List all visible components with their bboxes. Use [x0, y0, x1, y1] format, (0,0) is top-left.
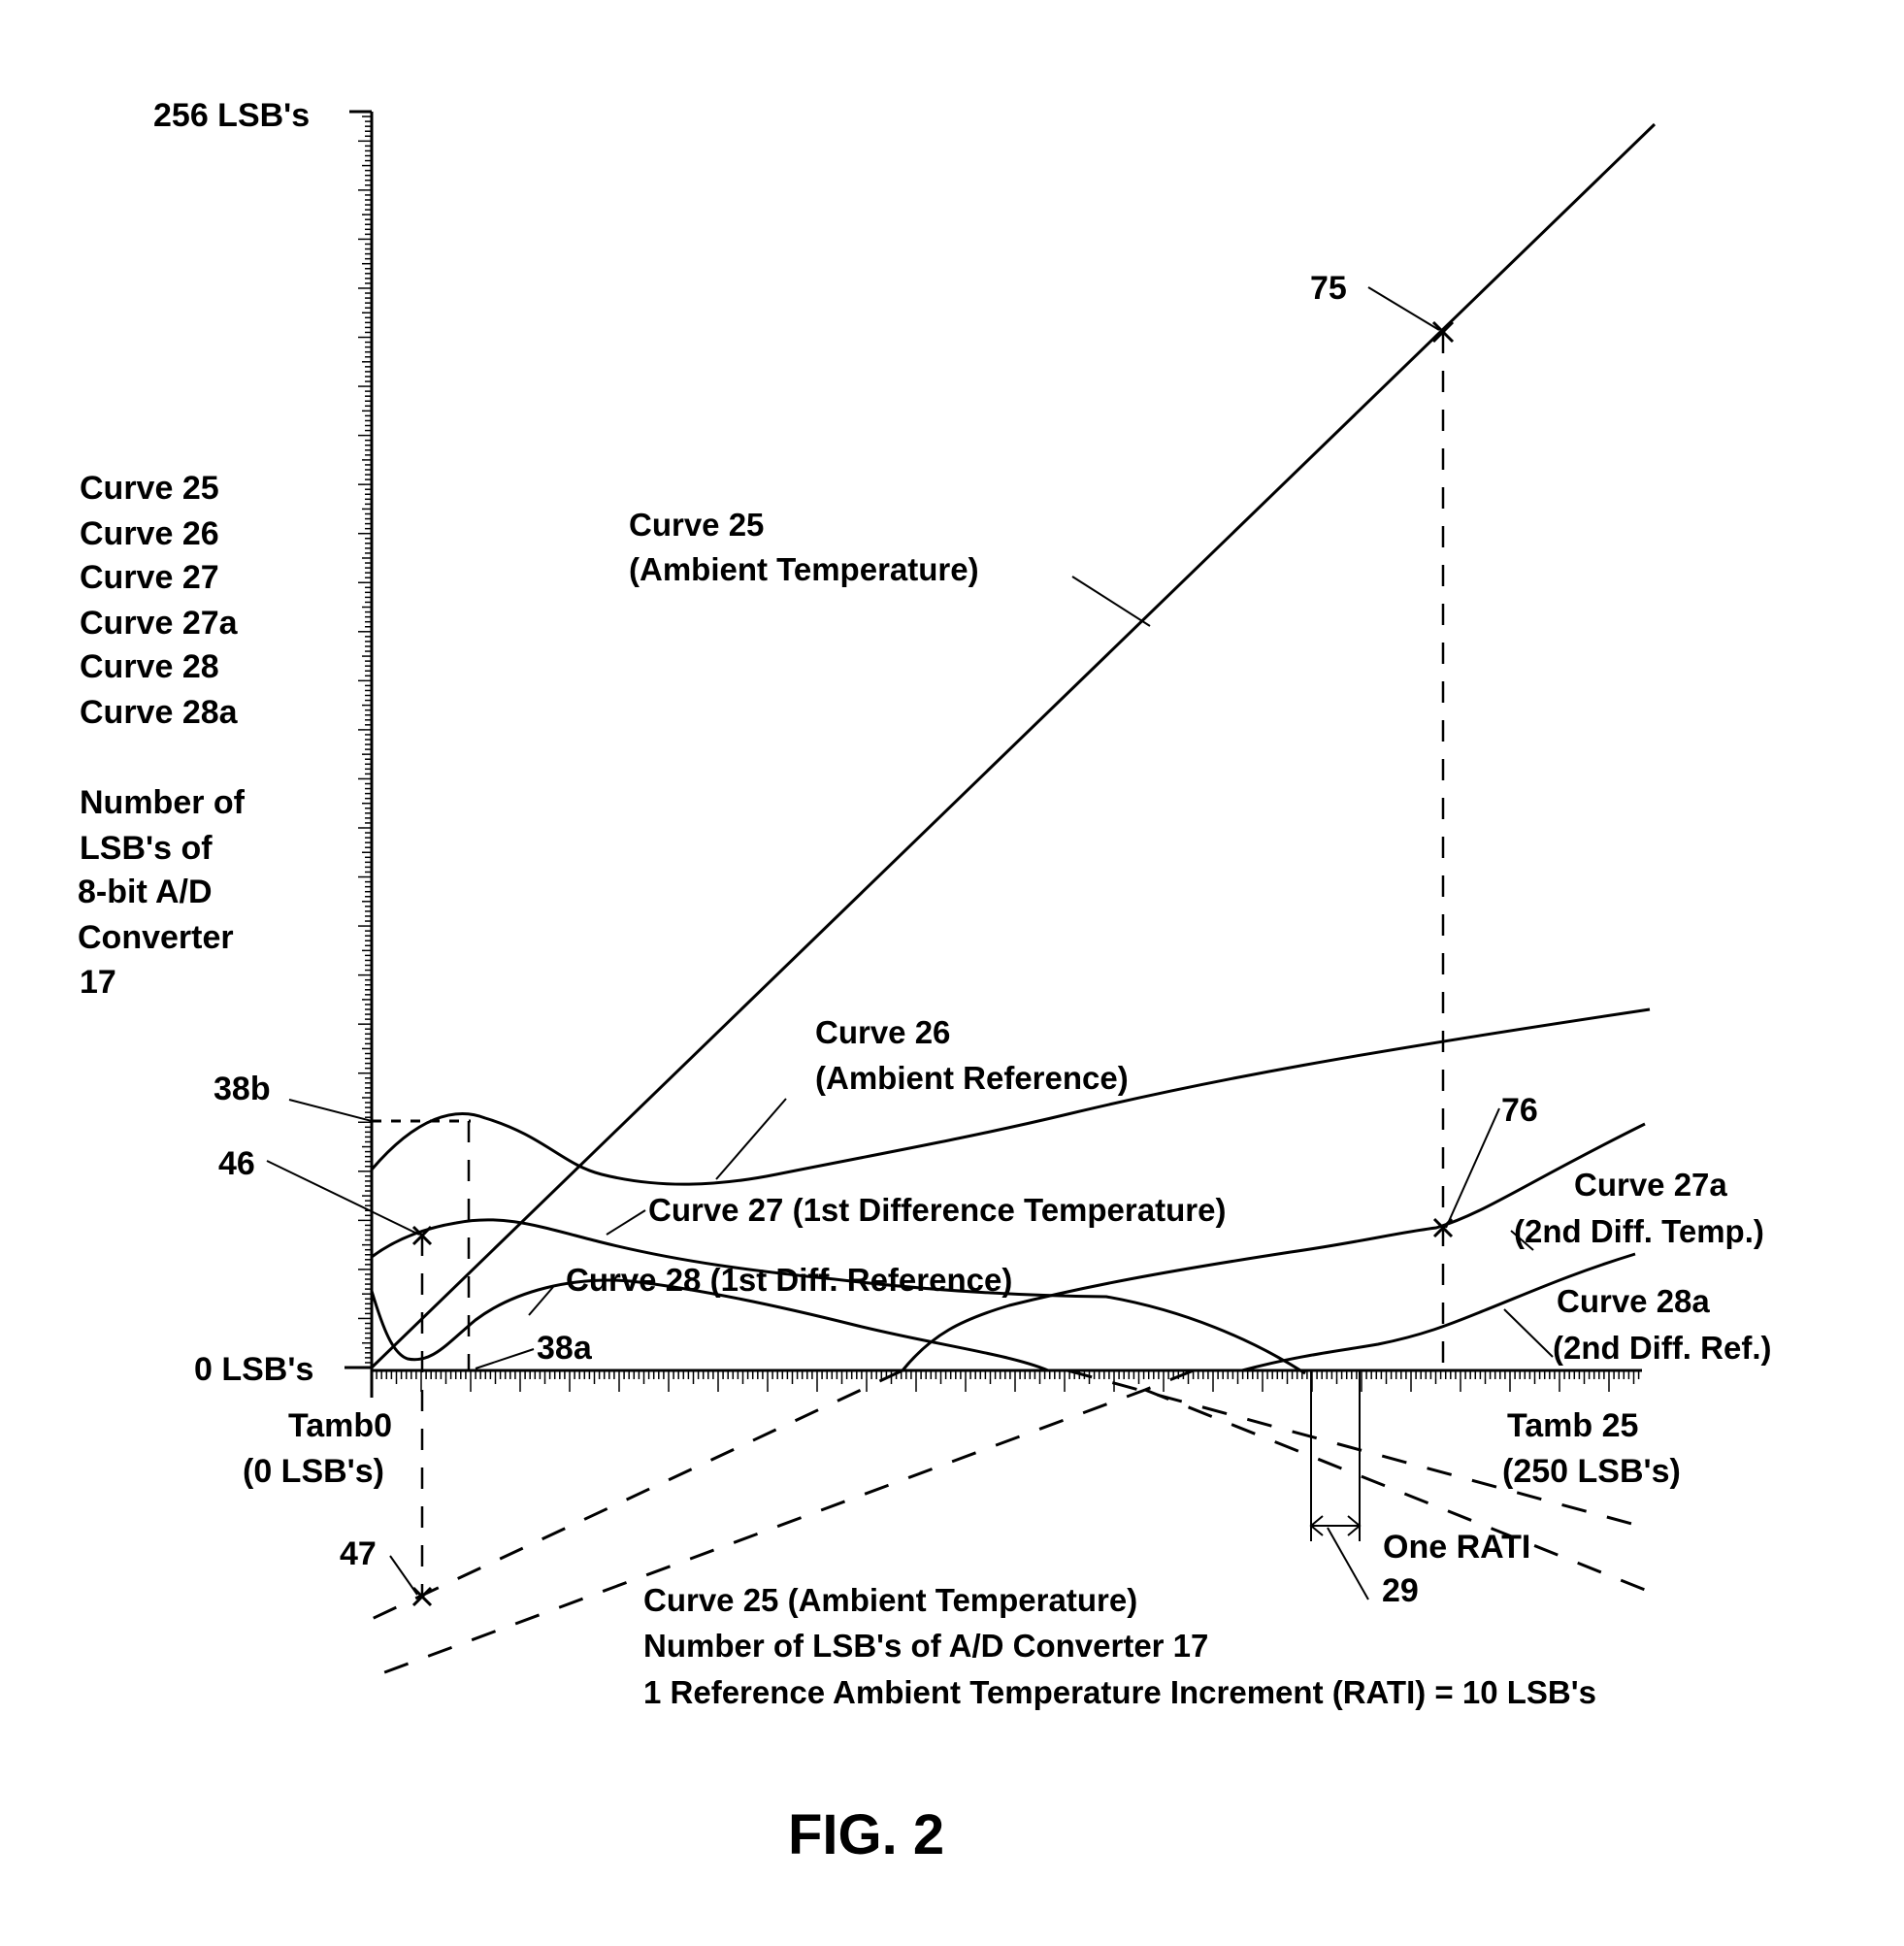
one-rati-label: One RATI: [1383, 1529, 1530, 1566]
curve-28a-label-line2: (2nd Diff. Ref.): [1553, 1330, 1771, 1366]
x-axis-caption-line3: 1 Reference Ambient Temperature Incremen…: [643, 1674, 1596, 1710]
ref-76: 76: [1501, 1092, 1538, 1129]
figure-caption: FIG. 2: [788, 1803, 944, 1866]
leader-29: [1327, 1527, 1369, 1600]
leader-curve-27: [606, 1209, 646, 1236]
legend-curve-28a: Curve 28a: [80, 694, 239, 731]
y-axis-zero-label: 0 LSB's: [194, 1351, 313, 1388]
x-axis-ticks: [370, 1370, 1640, 1398]
legend-curve-25: Curve 25: [80, 470, 219, 507]
y-axis-ticks: [358, 115, 372, 1364]
y-axis-title: Number of LSB's of 8-bit A/D Converter 1…: [78, 784, 246, 1001]
curve-27a-label-line2: (2nd Diff. Temp.): [1514, 1213, 1764, 1249]
curve-28a-label-line1: Curve 28a: [1557, 1283, 1710, 1319]
ref-75: 75: [1310, 270, 1347, 307]
leader-curve-25: [1071, 576, 1151, 627]
curve-28-label: Curve 28 (1st Diff. Reference): [566, 1262, 1012, 1298]
leader-75: [1367, 286, 1440, 331]
y-axis-top-label: 256 LSB's: [153, 97, 310, 134]
legend-curve-26: Curve 26: [80, 515, 219, 552]
rati-dimension: [1309, 1370, 1369, 1600]
svg-text:LSB's of: LSB's of: [80, 830, 213, 867]
ref-47: 47: [340, 1535, 377, 1572]
curve-25-label-line2: (Ambient Temperature): [629, 551, 979, 587]
x-axis-end-label-line1: Tamb 25: [1507, 1407, 1638, 1444]
curve-25-line: [370, 122, 1657, 1369]
ref-29: 29: [1382, 1572, 1419, 1609]
svg-text:Number of: Number of: [80, 784, 246, 821]
y-axis-legend: Curve 25 Curve 26 Curve 27 Curve 27a Cur…: [80, 470, 239, 731]
curve-26-line: [370, 1007, 1651, 1186]
x-axis-end-label-line2: (250 LSB's): [1502, 1453, 1681, 1490]
x-axis: [370, 1369, 1642, 1398]
curve-26-label-line1: Curve 26: [815, 1014, 950, 1050]
legend-curve-27: Curve 27: [80, 559, 219, 596]
curve-26-label-line2: (Ambient Reference): [815, 1060, 1129, 1096]
leader-curve-26: [715, 1098, 787, 1180]
curve-27a-label-line1: Curve 27a: [1574, 1167, 1727, 1203]
ref-38a: 38a: [537, 1330, 593, 1367]
ref-46: 46: [218, 1145, 255, 1182]
svg-text:Converter: Converter: [78, 919, 234, 956]
svg-text:8-bit A/D: 8-bit A/D: [78, 874, 213, 910]
leader-76: [1445, 1107, 1500, 1229]
x-axis-caption-line2: Number of LSB's of A/D Converter 17: [643, 1628, 1208, 1664]
curve-27-label: Curve 27 (1st Difference Temperature): [648, 1192, 1226, 1228]
y-axis: [345, 110, 374, 1370]
legend-curve-28: Curve 28: [80, 648, 219, 685]
x-axis-start-label-line2: (0 LSB's): [243, 1453, 384, 1490]
x-axis-start-label-line1: Tamb0: [288, 1407, 392, 1444]
legend-curve-27a: Curve 27a: [80, 605, 239, 642]
leader-46: [266, 1160, 420, 1236]
x-axis-caption-line1: Curve 25 (Ambient Temperature): [643, 1582, 1137, 1618]
svg-text:17: 17: [80, 964, 116, 1001]
leader-47: [389, 1555, 418, 1596]
curve-25-label-line1: Curve 25: [629, 507, 764, 543]
ref-38b: 38b: [213, 1071, 271, 1107]
leader-38b: [288, 1099, 373, 1122]
figure-canvas: 256 LSB's 0 LSB's Curve 25 Curve 26 Curv…: [78, 97, 1771, 1866]
leader-curve-28a: [1503, 1308, 1554, 1358]
leader-38a: [475, 1348, 535, 1369]
